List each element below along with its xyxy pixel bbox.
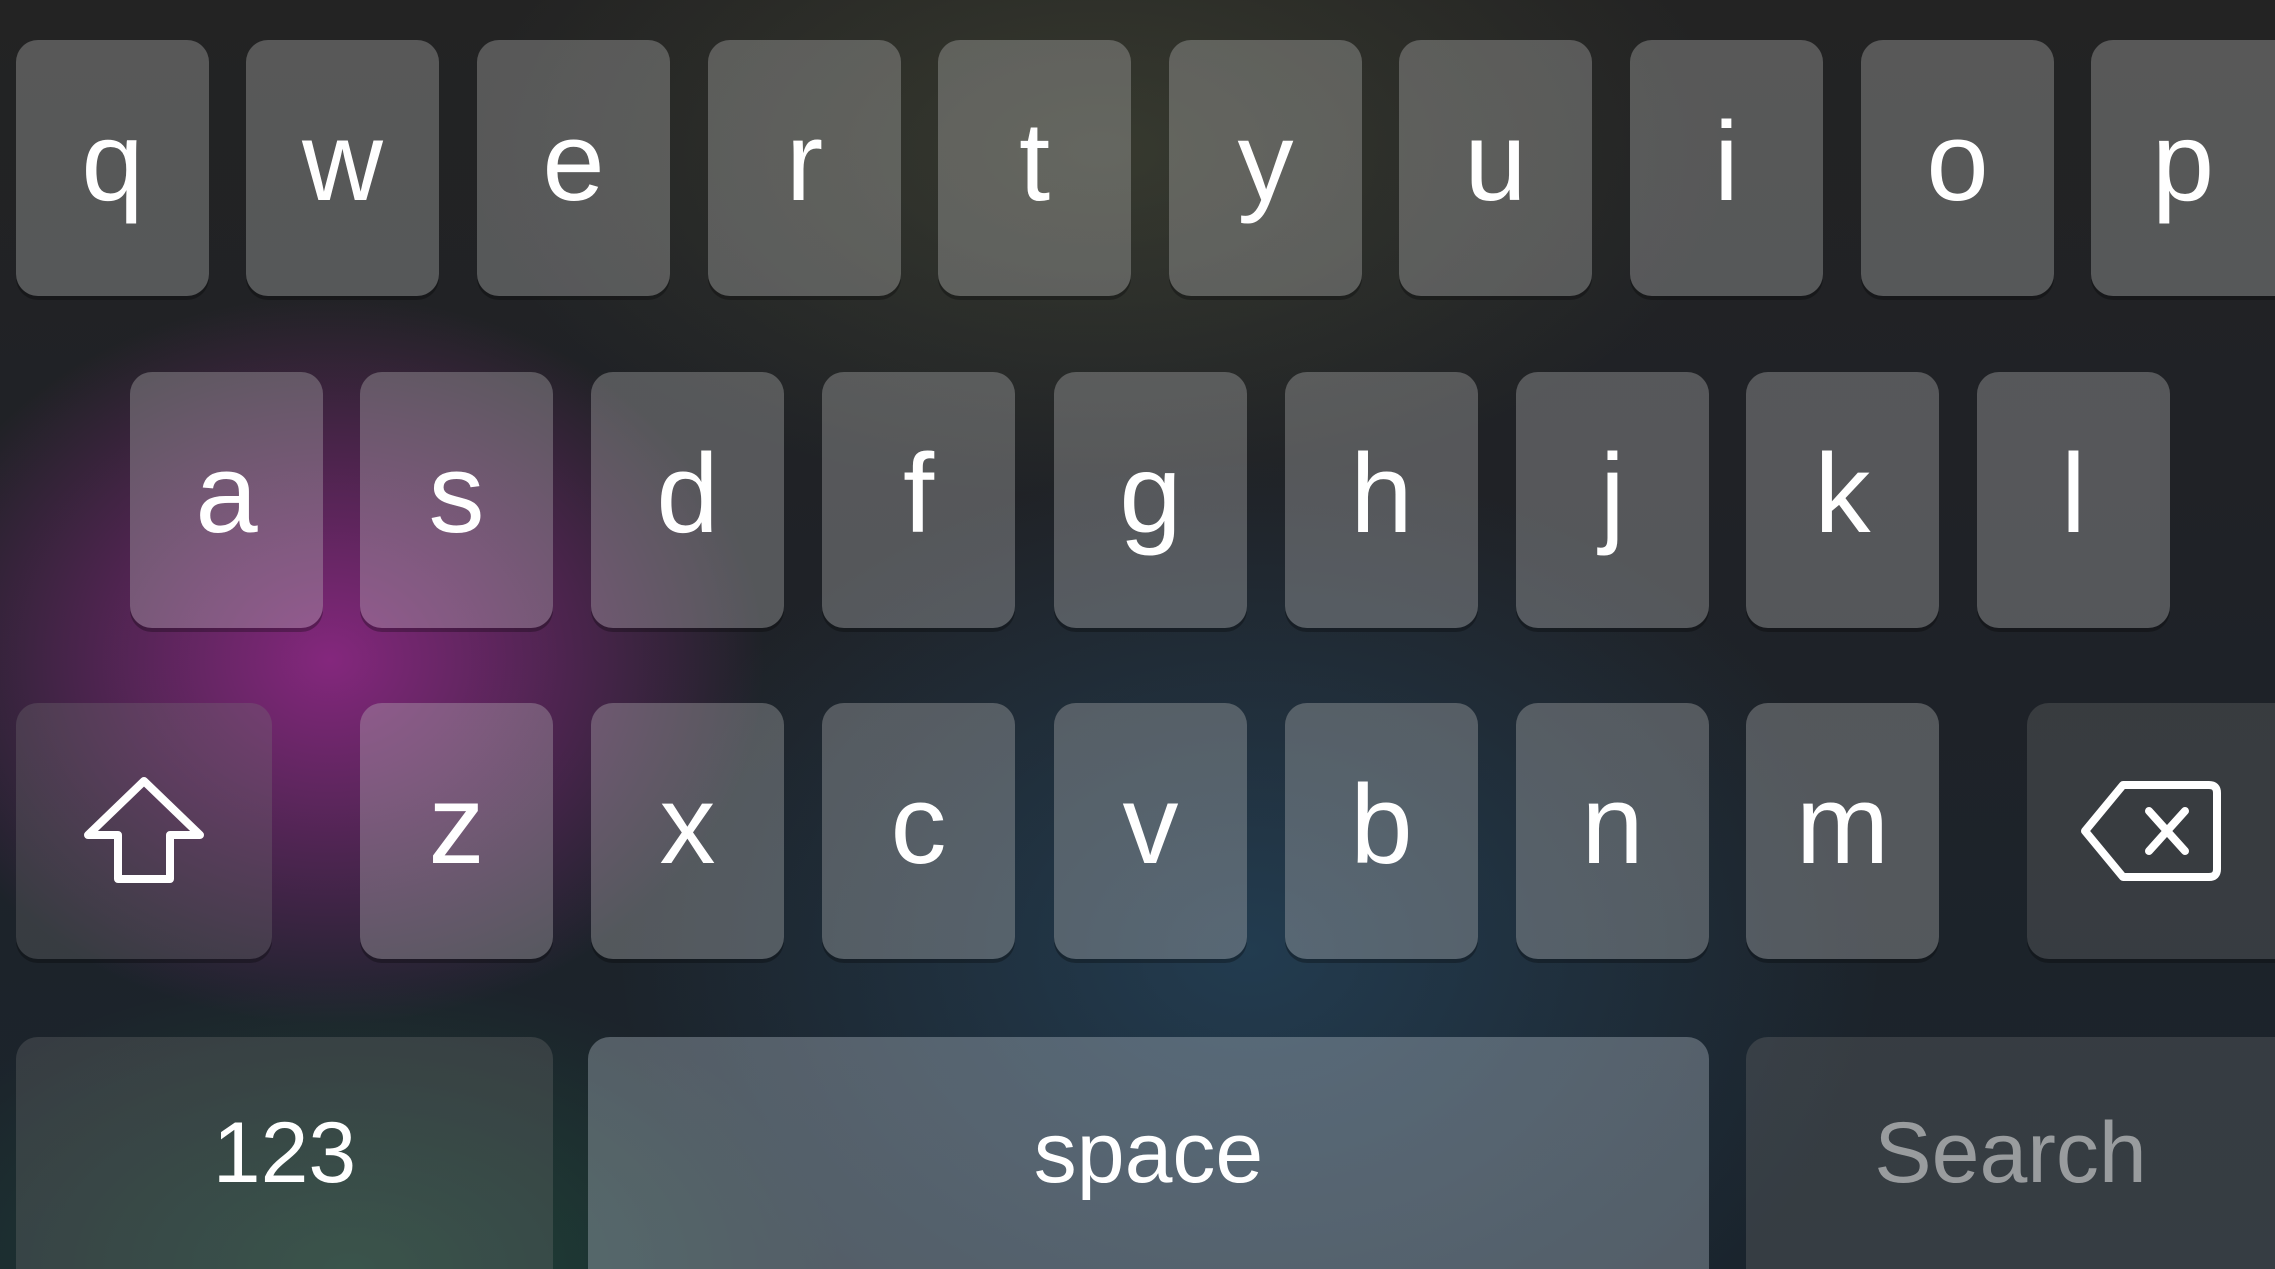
key-l[interactable]: l (1977, 372, 2170, 628)
key-label: s (428, 431, 485, 556)
key-r[interactable]: r (708, 40, 901, 296)
shift-key[interactable] (16, 703, 272, 959)
keyboard: q w e r t y u i o p a s d f g h j k l z … (0, 0, 2275, 1269)
key-label: h (1350, 431, 1413, 556)
delete-key[interactable] (2027, 703, 2275, 959)
key-label: x (659, 762, 716, 887)
key-o[interactable]: o (1861, 40, 2054, 296)
key-label: k (1814, 431, 1871, 556)
space-key-label: space (1033, 1105, 1264, 1201)
key-label: z (428, 762, 485, 887)
key-label: a (195, 431, 258, 556)
key-label: e (542, 99, 605, 224)
search-key-label: Search (1874, 1105, 2147, 1201)
numbers-key[interactable]: 123 (16, 1037, 553, 1269)
key-label: c (890, 762, 947, 887)
key-label: l (2061, 431, 2086, 556)
key-q[interactable]: q (16, 40, 209, 296)
key-label: f (902, 431, 935, 556)
key-k[interactable]: k (1746, 372, 1939, 628)
key-label: g (1119, 431, 1182, 556)
key-u[interactable]: u (1399, 40, 1592, 296)
key-label: b (1350, 762, 1413, 887)
key-label: m (1795, 762, 1890, 887)
shift-arrow-up-icon (82, 775, 206, 887)
key-label: t (1018, 99, 1051, 224)
key-m[interactable]: m (1746, 703, 1939, 959)
key-a[interactable]: a (130, 372, 323, 628)
key-label: w (302, 99, 383, 224)
key-label: o (1926, 99, 1989, 224)
key-i[interactable]: i (1630, 40, 1823, 296)
backspace-delete-icon (2079, 779, 2223, 883)
key-label: y (1237, 99, 1294, 224)
key-b[interactable]: b (1285, 703, 1478, 959)
key-f[interactable]: f (822, 372, 1015, 628)
key-h[interactable]: h (1285, 372, 1478, 628)
key-c[interactable]: c (822, 703, 1015, 959)
key-e[interactable]: e (477, 40, 670, 296)
key-label: i (1714, 99, 1739, 224)
space-key[interactable]: space (588, 1037, 1709, 1269)
key-j[interactable]: j (1516, 372, 1709, 628)
key-label: q (81, 99, 144, 224)
key-label: j (1600, 431, 1625, 556)
key-t[interactable]: t (938, 40, 1131, 296)
key-x[interactable]: x (591, 703, 784, 959)
key-label: r (785, 99, 824, 224)
key-z[interactable]: z (360, 703, 553, 959)
key-v[interactable]: v (1054, 703, 1247, 959)
key-g[interactable]: g (1054, 372, 1247, 628)
key-label: u (1464, 99, 1527, 224)
key-y[interactable]: y (1169, 40, 1362, 296)
key-label: d (656, 431, 719, 556)
key-n[interactable]: n (1516, 703, 1709, 959)
key-w[interactable]: w (246, 40, 439, 296)
key-s[interactable]: s (360, 372, 553, 628)
key-p[interactable]: p (2091, 40, 2275, 296)
key-label: n (1581, 762, 1644, 887)
search-key[interactable]: Search (1746, 1037, 2275, 1269)
key-label: p (2151, 99, 2215, 224)
key-label: v (1122, 762, 1179, 887)
key-d[interactable]: d (591, 372, 784, 628)
numbers-key-label: 123 (212, 1105, 357, 1201)
